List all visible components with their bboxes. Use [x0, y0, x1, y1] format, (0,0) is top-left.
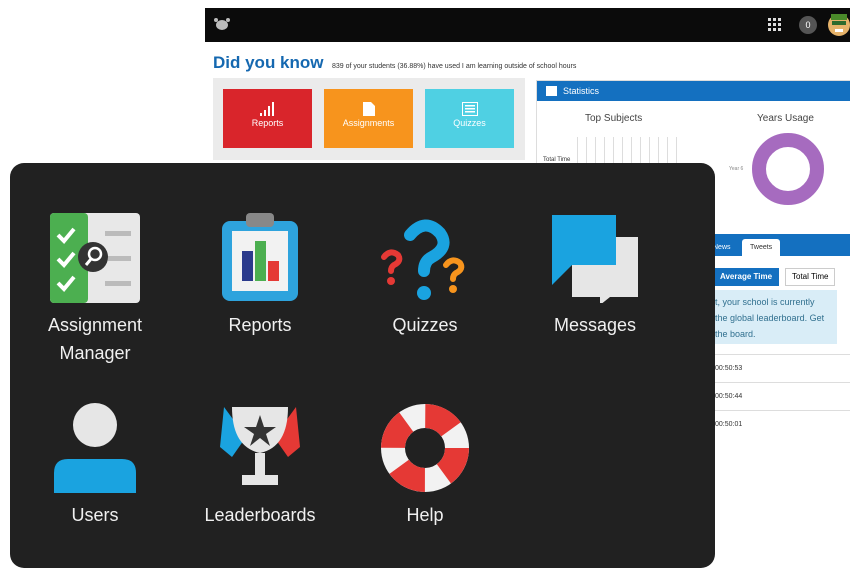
- average-time-button[interactable]: Average Time: [713, 268, 780, 286]
- notification-badge[interactable]: 0: [799, 16, 817, 34]
- statistics-icon: [546, 86, 557, 96]
- tab-tweets[interactable]: Tweets: [742, 239, 781, 256]
- quizzes-tile[interactable]: Quizzes: [425, 89, 514, 148]
- question-marks-icon: [381, 219, 465, 300]
- users-label: Users: [71, 505, 119, 525]
- statistics-title: Statistics: [563, 86, 600, 96]
- users-app[interactable]: Users: [20, 403, 170, 529]
- years-usage-donut: [752, 133, 824, 205]
- statistics-header: Statistics: [537, 81, 850, 101]
- messages-app[interactable]: Messages: [520, 213, 670, 339]
- lifebuoy-icon: [381, 404, 469, 492]
- assignments-tile[interactable]: Assignments: [324, 89, 413, 148]
- top-navigation-bar: 0: [205, 8, 850, 42]
- apps-grid-icon[interactable]: [768, 18, 782, 32]
- messages-label: Messages: [553, 315, 637, 335]
- leaderboards-label: Leaderboards: [204, 505, 316, 525]
- leaderboards-app[interactable]: Leaderboards: [185, 403, 335, 529]
- assignment-manager-label: Assignment: [47, 315, 143, 335]
- total-time-button[interactable]: Total Time: [785, 268, 836, 286]
- reports-clipboard-icon: [222, 213, 298, 301]
- did-you-know-banner: Did you know 839 of your students (36.88…: [213, 53, 576, 73]
- reports-label: Reports: [228, 315, 292, 335]
- avatar-icon[interactable]: [827, 12, 850, 38]
- did-you-know-heading: Did you know: [213, 53, 324, 72]
- years-usage-title: Years Usage: [757, 113, 814, 124]
- assignment-manager-label-line2: Manager: [59, 343, 131, 363]
- help-app[interactable]: Help: [350, 403, 500, 529]
- quizzes-app[interactable]: Quizzes: [350, 213, 500, 339]
- assignment-manager-icon: [50, 213, 140, 303]
- help-label: Help: [406, 505, 444, 525]
- tab-news[interactable]: News: [713, 239, 731, 256]
- chat-bubbles-icon: [552, 215, 638, 303]
- assignment-manager-app[interactable]: Assignment Manager: [20, 213, 170, 367]
- quick-tiles-panel: Reports Assignments Quizzes: [213, 78, 525, 160]
- year-label: Year 6: [729, 166, 744, 172]
- top-subjects-title: Top Subjects: [585, 113, 643, 124]
- assignments-tile-label: Assignments: [342, 118, 395, 128]
- quizzes-label: Quizzes: [392, 315, 458, 335]
- list-window-icon: [461, 102, 478, 116]
- reports-tile-label: Reports: [251, 118, 284, 128]
- did-you-know-text: 839 of your students (36.88%) have used …: [331, 63, 577, 70]
- user-icon: [54, 403, 136, 493]
- logo-icon[interactable]: [213, 17, 231, 31]
- reports-tile[interactable]: Reports: [223, 89, 312, 148]
- document-icon: [362, 102, 375, 116]
- trophy-icon: [220, 407, 300, 485]
- app-launcher-overlay: Assignment Manager Reports Quizzes Messa…: [10, 163, 715, 568]
- quizzes-tile-label: Quizzes: [453, 118, 486, 128]
- reports-app[interactable]: Reports: [185, 213, 335, 339]
- bar-chart-icon: [259, 102, 274, 116]
